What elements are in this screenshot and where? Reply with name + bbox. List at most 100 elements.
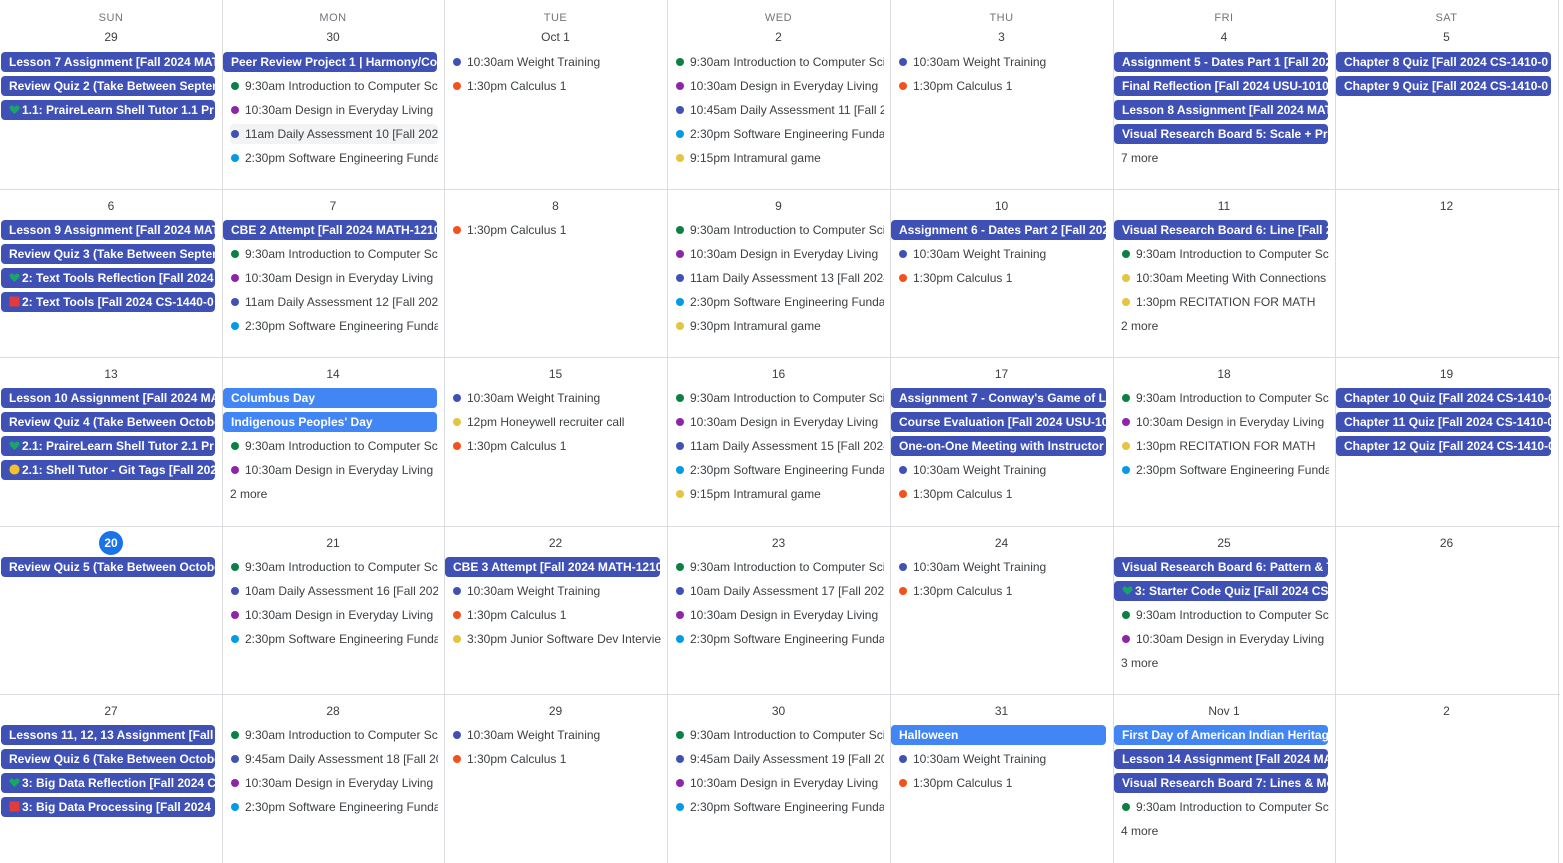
all-day-event-chip[interactable]: Lesson 9 Assignment [Fall 2024 MATH xyxy=(1,220,215,240)
timed-event[interactable]: 1:30pm RECITATION FOR MATH xyxy=(1121,292,1329,312)
all-day-event-chip[interactable]: Assignment 5 - Dates Part 1 [Fall 2024 xyxy=(1114,52,1328,72)
timed-event[interactable]: 10:30am Weight Training xyxy=(452,581,661,601)
timed-event[interactable]: 11am Daily Assessment 13 [Fall 2024] xyxy=(675,268,884,288)
timed-event[interactable]: 10:30am Design in Everyday Living xyxy=(675,76,884,96)
timed-event[interactable]: 10:30am Weight Training xyxy=(898,460,1107,480)
day-number[interactable]: 18 xyxy=(1113,366,1335,382)
day-number[interactable]: 31 xyxy=(890,703,1113,719)
all-day-event-chip[interactable]: Lesson 14 Assignment [Fall 2024 MATH xyxy=(1114,749,1328,769)
timed-event[interactable]: 10am Daily Assessment 17 [Fall 2024] xyxy=(675,581,884,601)
all-day-event-chip[interactable]: Chapter 10 Quiz [Fall 2024 CS-1410-0 xyxy=(1336,388,1551,408)
day-number[interactable]: 9 xyxy=(667,198,890,214)
holiday-event-chip[interactable]: First Day of American Indian Heritage Mo… xyxy=(1114,725,1328,745)
holiday-event-chip[interactable]: Columbus Day xyxy=(223,388,437,408)
timed-event[interactable]: 10:30am Weight Training xyxy=(898,557,1107,577)
timed-event[interactable]: 9:30am Introduction to Computer Science xyxy=(230,76,438,96)
timed-event[interactable]: 1:30pm RECITATION FOR MATH xyxy=(1121,436,1329,456)
timed-event[interactable]: 2:30pm Software Engineering Fundamentals xyxy=(230,797,438,817)
day-number[interactable]: 24 xyxy=(890,535,1113,551)
day-number[interactable]: 23 xyxy=(667,535,890,551)
all-day-event-chip[interactable]: 3: Starter Code Quiz [Fall 2024 CS xyxy=(1114,581,1328,601)
timed-event[interactable]: 9:30am Introduction to Computer Science xyxy=(230,244,438,264)
timed-event[interactable]: 1:30pm Calculus 1 xyxy=(452,749,661,769)
day-cell[interactable] xyxy=(444,24,667,189)
all-day-event-chip[interactable]: 2.1: Shell Tutor - Git Tags [Fall 2024 xyxy=(1,460,215,480)
all-day-event-chip[interactable]: Lesson 7 Assignment [Fall 2024 MATH-1210 xyxy=(1,52,215,72)
day-number[interactable]: 26 xyxy=(1335,535,1558,551)
timed-event[interactable]: 1:30pm Calculus 1 xyxy=(452,220,661,240)
all-day-event-chip[interactable]: Assignment 6 - Dates Part 2 [Fall 2024 xyxy=(891,220,1106,240)
timed-event[interactable]: 1:30pm Calculus 1 xyxy=(452,605,661,625)
timed-event[interactable]: 2:30pm Software Engineering Fundamentals xyxy=(675,797,884,817)
day-number[interactable]: 29 xyxy=(444,703,667,719)
all-day-event-chip[interactable]: CBE 2 Attempt [Fall 2024 MATH-1210 xyxy=(223,220,437,240)
day-number[interactable]: 22 xyxy=(444,535,667,551)
timed-event[interactable]: 10:30am Design in Everyday Living xyxy=(1121,412,1329,432)
timed-event[interactable]: 11am Daily Assessment 15 [Fall 2024] xyxy=(675,436,884,456)
timed-event[interactable]: 9:30am Introduction to Computer Science xyxy=(1121,605,1329,625)
timed-event[interactable]: 9:30am Introduction to Computer Science xyxy=(1121,388,1329,408)
all-day-event-chip[interactable]: Visual Research Board 6: Pattern & T xyxy=(1114,557,1328,577)
timed-event[interactable]: 9:15pm Intramural game xyxy=(675,484,884,504)
timed-event[interactable]: 10:30am Weight Training xyxy=(898,749,1107,769)
timed-event[interactable]: 10am Daily Assessment 16 [Fall 2024] xyxy=(230,581,438,601)
all-day-event-chip[interactable]: 2.1: PraireLearn Shell Tutor 2.1 Pr xyxy=(1,436,215,456)
timed-event[interactable]: 10:30am Design in Everyday Living xyxy=(675,412,884,432)
all-day-event-chip[interactable]: Peer Review Project 1 | Harmony/Co xyxy=(223,52,437,72)
holiday-event-chip[interactable]: Halloween xyxy=(891,725,1106,745)
day-cell[interactable] xyxy=(444,694,667,863)
day-number[interactable]: 8 xyxy=(444,198,667,214)
all-day-event-chip[interactable]: Visual Research Board 7: Lines & Mo xyxy=(1114,773,1328,793)
timed-event[interactable]: 10:45am Daily Assessment 11 [Fall 2024] xyxy=(675,100,884,120)
day-cell[interactable] xyxy=(1335,694,1558,863)
all-day-event-chip[interactable]: Visual Research Board 5: Scale + Pro xyxy=(1114,124,1328,144)
timed-event[interactable]: 10:30am Design in Everyday Living xyxy=(1121,629,1329,649)
timed-event[interactable]: 9:30am Introduction to Computer Science xyxy=(230,436,438,456)
timed-event[interactable]: 10:30am Weight Training xyxy=(898,52,1107,72)
day-number[interactable]: Nov 1 xyxy=(1113,703,1335,719)
more-events-link[interactable]: 4 more xyxy=(1121,821,1158,841)
timed-event[interactable]: 2:30pm Software Engineering Fundamentals xyxy=(1121,460,1329,480)
more-events-link[interactable]: 2 more xyxy=(230,484,267,504)
timed-event[interactable]: 1:30pm Calculus 1 xyxy=(898,581,1107,601)
timed-event[interactable]: 10:30am Design in Everyday Living xyxy=(675,605,884,625)
all-day-event-chip[interactable]: One-on-One Meeting with Instructor | xyxy=(891,436,1106,456)
day-cell[interactable] xyxy=(1335,189,1558,357)
timed-event[interactable]: 2:30pm Software Engineering Fundamentals xyxy=(675,124,884,144)
all-day-event-chip[interactable]: Lesson 8 Assignment [Fall 2024 MATH xyxy=(1114,100,1328,120)
more-events-link[interactable]: 2 more xyxy=(1121,316,1158,336)
timed-event[interactable]: 1:30pm Calculus 1 xyxy=(898,76,1107,96)
day-number[interactable]: 28 xyxy=(222,703,444,719)
day-number[interactable]: 21 xyxy=(222,535,444,551)
timed-event[interactable]: 9:15pm Intramural game xyxy=(675,148,884,168)
day-number[interactable]: 20 xyxy=(0,535,222,551)
timed-event[interactable]: 9:30am Introduction to Computer Science xyxy=(675,52,884,72)
day-number[interactable]: 2 xyxy=(667,29,890,45)
timed-event[interactable]: 1:30pm Calculus 1 xyxy=(898,484,1107,504)
timed-event[interactable]: 1:30pm Calculus 1 xyxy=(898,773,1107,793)
day-number[interactable]: Oct 1 xyxy=(444,29,667,45)
timed-event[interactable]: 2:30pm Software Engineering Fundamentals xyxy=(230,629,438,649)
day-number[interactable]: 17 xyxy=(890,366,1113,382)
all-day-event-chip[interactable]: Chapter 9 Quiz [Fall 2024 CS-1410-0 xyxy=(1336,76,1551,96)
day-number[interactable]: 30 xyxy=(667,703,890,719)
timed-event[interactable]: 10:30am Design in Everyday Living xyxy=(230,268,438,288)
all-day-event-chip[interactable]: Lessons 11, 12, 13 Assignment [Fall 2024 xyxy=(1,725,215,745)
timed-event[interactable]: 10:30am Design in Everyday Living xyxy=(675,244,884,264)
day-number[interactable]: 11 xyxy=(1113,198,1335,214)
timed-event[interactable]: 10:30am Meeting With Connections xyxy=(1121,268,1329,288)
all-day-event-chip[interactable]: Visual Research Board 6: Line [Fall 2024 xyxy=(1114,220,1328,240)
day-number[interactable]: 14 xyxy=(222,366,444,382)
timed-event[interactable]: 10:30am Weight Training xyxy=(452,52,661,72)
timed-event[interactable]: 9:30pm Intramural game xyxy=(675,316,884,336)
timed-event[interactable]: 9:45am Daily Assessment 18 [Fall 2024] xyxy=(230,749,438,769)
day-number[interactable]: 27 xyxy=(0,703,222,719)
all-day-event-chip[interactable]: Assignment 7 - Conway's Game of Life xyxy=(891,388,1106,408)
day-number[interactable]: 13 xyxy=(0,366,222,382)
timed-event[interactable]: 10:30am Weight Training xyxy=(452,388,661,408)
day-number[interactable]: 5 xyxy=(1335,29,1558,45)
day-cell[interactable] xyxy=(1335,24,1558,189)
timed-event[interactable]: 9:30am Introduction to Computer Science xyxy=(675,388,884,408)
day-number[interactable]: 10 xyxy=(890,198,1113,214)
all-day-event-chip[interactable]: Review Quiz 5 (Take Between October xyxy=(1,557,215,577)
